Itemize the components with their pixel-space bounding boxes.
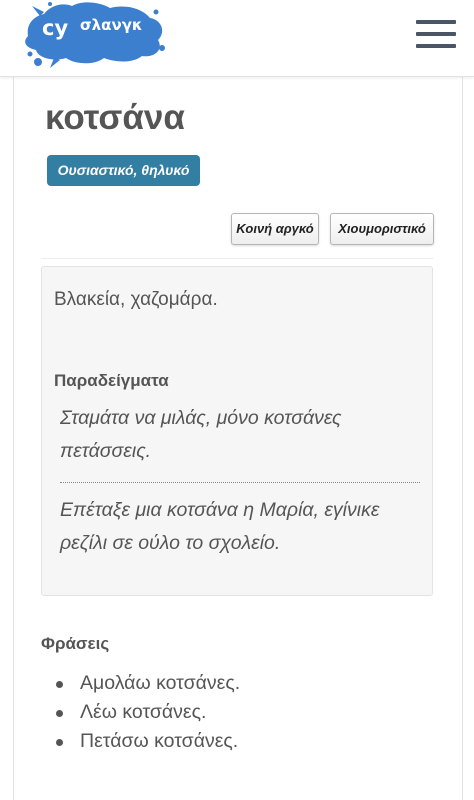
logo-text-cy: cy [42,16,69,40]
menu-line [416,32,456,36]
tag-common-slang[interactable]: Κοινή αργκό [231,213,319,245]
menu-line [416,20,456,24]
phrase-item: Πετάσω κοτσάνες. [50,727,240,756]
definition-text: Βλακεία, χαζομάρα. [54,289,218,310]
logo-text-slang: σλανγκ [80,16,143,34]
example-item: Επέταξε μια κοτσάνα η Μαρία, εγίνικε ρεζ… [60,499,380,554]
bullet-icon [56,681,63,688]
definition-card: Βλακεία, χαζομάρα. Παραδείγματα Σταμάτα … [41,266,433,596]
phrase-text: Πετάσω κοτσάνες. [80,730,239,752]
bullet-icon [56,710,63,717]
menu-line [416,44,456,48]
bullet-icon [56,739,63,746]
example-divider [60,482,420,483]
examples-heading: Παραδείγματα [54,371,169,390]
phrase-text: Αμολάω κοτσάνες. [80,672,241,694]
phrase-item: Λέω κοτσάνες. [50,698,240,727]
tag-humorous[interactable]: Χιουμοριστικό [330,213,434,245]
example-item: Σταμάτα να μιλάς, μόνο κοτσάνες πετάσσει… [60,407,342,462]
phrase-item: Αμολάω κοτσάνες. [50,669,240,698]
word-title: κοτσάνα [45,98,185,137]
hamburger-menu-icon[interactable] [416,20,456,48]
site-logo[interactable]: cy σλανγκ [20,0,170,70]
phrases-heading: Φράσεις [41,634,110,653]
top-bar: cy σλανγκ [0,0,474,77]
part-of-speech-badge: Ουσιαστικό, θηλυκό [47,155,200,186]
divider [41,258,433,259]
phrase-text: Λέω κοτσάνες. [80,701,207,723]
phrases-list: Αμολάω κοτσάνες. Λέω κοτσάνες. Πετάσω κο… [50,669,240,756]
